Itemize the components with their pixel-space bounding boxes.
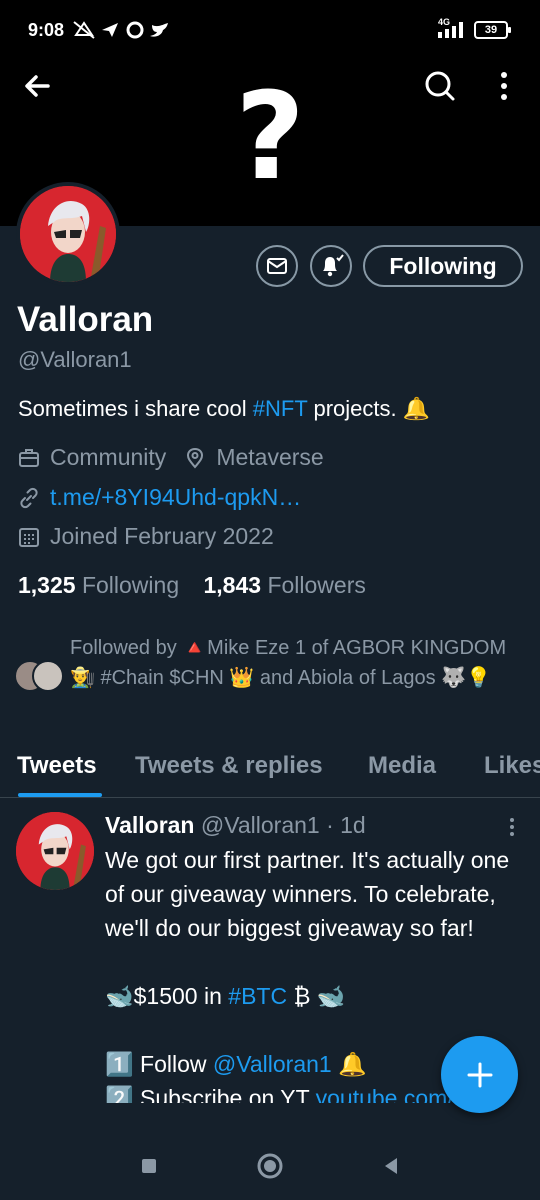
battery-icon: 39 (474, 21, 511, 39)
calendar-icon (19, 527, 39, 547)
tweet-meta: @Valloran1 · 1d (200, 812, 366, 838)
profile-location: Metaverse (216, 444, 324, 470)
follower-avatar (32, 660, 64, 692)
recents-button[interactable] (139, 1156, 159, 1176)
profile-tabs: Tweets Tweets & replies Media Likes (0, 740, 540, 798)
tweet-header: Valloran @Valloran1 · 1d (105, 812, 366, 839)
avatar-illustration-icon (16, 812, 94, 890)
more-options-button[interactable] (484, 66, 524, 106)
message-button[interactable] (256, 245, 298, 287)
tweet-blank-line (105, 945, 525, 979)
tab-tweets[interactable]: Tweets (17, 752, 97, 780)
following-button[interactable]: Following (363, 245, 523, 287)
system-navigation-bar (0, 1134, 540, 1200)
profile-bio: Sometimes i share cool #NFT projects. 🔔 (18, 396, 430, 422)
bio-hashtag-link[interactable]: #NFT (253, 396, 308, 421)
signal-icon (438, 22, 463, 38)
back-nav-button[interactable] (380, 1155, 402, 1177)
following-stat-link[interactable]: 1,325 Following (18, 572, 179, 598)
compose-tweet-button[interactable] (441, 1036, 518, 1113)
followed-by-text[interactable]: Followed by 🔺Mike Eze 1 of AGBOR KINGDOM… (70, 633, 510, 693)
search-icon (425, 71, 455, 101)
tweet-text: 🐋$1500 in (105, 983, 229, 1009)
profile-website-link[interactable]: t.me/+8YI94Uhd-qpkN… (50, 484, 301, 511)
profile-joined-date: Joined February 2022 (50, 523, 274, 549)
vertical-dots-icon (510, 818, 514, 836)
search-button[interactable] (420, 66, 460, 106)
tweet-text: 2️⃣ Subscribe on YT (105, 1085, 316, 1103)
profile-category: Community (50, 444, 167, 470)
location-pin-icon (187, 447, 204, 469)
notifications-button[interactable] (310, 245, 352, 287)
tweet-text: We got our first partner. It's actually … (105, 847, 510, 941)
tweet-author-avatar[interactable] (16, 812, 94, 890)
tweet-author-name[interactable]: Valloran (105, 812, 194, 838)
bio-text-suffix: projects. 🔔 (307, 396, 431, 421)
profile-name: Valloran (17, 300, 154, 339)
following-count: 1,325 (18, 572, 76, 598)
active-tab-indicator (18, 793, 102, 797)
vertical-dots-icon (501, 72, 507, 100)
avatar-illustration-icon (20, 186, 116, 282)
arrow-left-icon (25, 75, 50, 97)
tweet-text: 1️⃣ Follow (105, 1051, 213, 1077)
status-bar: 9:08 4G 39 (0, 0, 540, 58)
profile-handle: @Valloran1 (18, 347, 132, 372)
plus-icon (467, 1062, 492, 1087)
link-icon (20, 487, 38, 508)
home-button[interactable] (256, 1152, 284, 1180)
banner-question-mark: ? (235, 68, 305, 207)
tab-likes[interactable]: Likes (484, 752, 540, 780)
profile-joined-row: Joined February 2022 (18, 523, 274, 550)
tab-tweets-replies[interactable]: Tweets & replies (135, 752, 323, 780)
tweet-text-prize: 🐋$1500 in #BTC ₿ 🐋 (105, 979, 525, 1013)
tweet-text: ₿ 🐋 (287, 983, 346, 1009)
briefcase-icon (19, 448, 39, 467)
tweet-text: 🔔 (331, 1051, 367, 1077)
followers-count: 1,843 (203, 572, 262, 598)
following-label: Following (81, 572, 180, 598)
bell-check-icon (323, 254, 344, 277)
status-time: 9:08 (28, 20, 65, 40)
followers-stat-link[interactable]: 1,843 Followers (204, 572, 366, 598)
avatar-image (20, 186, 116, 282)
mail-icon (267, 258, 287, 274)
profile-avatar[interactable] (16, 182, 120, 286)
tweet-mention-link[interactable]: @Valloran1 (213, 1051, 332, 1077)
tweet-hashtag-link[interactable]: #BTC (228, 983, 287, 1009)
follow-stats: 1,325 Following 1,843 Followers (18, 572, 366, 599)
back-button[interactable] (18, 66, 58, 106)
bio-text: Sometimes i share cool (18, 396, 253, 421)
notification-icons (72, 19, 182, 46)
tab-media[interactable]: Media (368, 752, 436, 780)
status-notification-icons (73, 21, 168, 39)
profile-meta-row: Community Metaverse (18, 444, 324, 471)
profile-link-row: t.me/+8YI94Uhd-qpkN… (18, 484, 301, 511)
followed-by-avatars[interactable] (14, 660, 66, 694)
tweet-more-button[interactable] (504, 816, 520, 843)
followers-label: Followers (267, 572, 366, 598)
